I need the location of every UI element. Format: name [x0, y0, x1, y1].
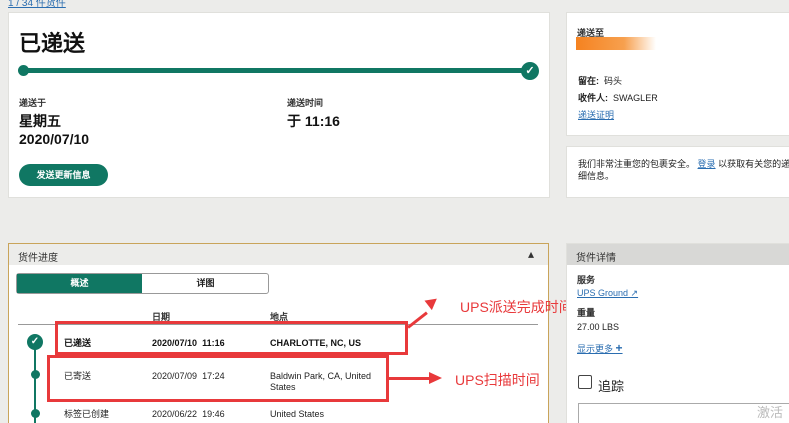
- receiver-value: SWAGLER: [613, 93, 658, 103]
- tab-detail[interactable]: 详图: [143, 274, 268, 293]
- annotation-delivery-time: UPS派送完成时间: [460, 299, 573, 315]
- progress-start-dot: [18, 65, 29, 76]
- delivered-on-label: 递送于: [19, 98, 47, 108]
- timeline-dot: [31, 370, 40, 379]
- row-location: United States: [270, 409, 325, 419]
- check-icon: ✓: [27, 334, 43, 350]
- service-label: 服务: [577, 275, 596, 285]
- service-value: UPS Ground: [577, 288, 629, 298]
- proof-of-delivery-link[interactable]: 递送证明: [578, 108, 614, 121]
- shipment-details-panel: [566, 243, 789, 423]
- row-time-value: 19:46: [202, 409, 225, 419]
- delivery-time: 于 11:16: [287, 113, 340, 129]
- annotation-scan-time: UPS扫描时间: [455, 372, 540, 388]
- chevron-up-icon[interactable]: ▴: [528, 247, 534, 261]
- shipment-count-link[interactable]: 1 / 34 件货件: [8, 0, 66, 9]
- progress-panel-title: 货件进度: [18, 253, 58, 264]
- send-updates-button[interactable]: 发送更新信息: [19, 164, 108, 186]
- plus-icon: +: [615, 341, 623, 355]
- annotation-box-delivered: [55, 321, 408, 355]
- watermark-text: 激活: [757, 405, 784, 420]
- row-date: 2020/06/22 19:46: [152, 409, 225, 420]
- receiver-label: 收件人:: [578, 93, 608, 103]
- tracking-icon: [578, 375, 592, 389]
- row-status: 标签已创建: [64, 409, 110, 419]
- show-more-label: 显示更多: [577, 344, 614, 354]
- progress-track: [22, 68, 528, 73]
- delivery-time-label: 递送时间: [287, 98, 324, 108]
- weight-label: 重量: [577, 308, 596, 318]
- row-date-value: 2020/06/22: [152, 409, 198, 419]
- service-link[interactable]: UPS Ground ↗: [577, 288, 638, 299]
- tracking-title: 追踪: [598, 379, 625, 394]
- left-at-row: 留在: 码头: [578, 74, 622, 87]
- delivered-day: 星期五: [19, 113, 61, 129]
- receiver-row: 收件人: SWAGLER: [578, 91, 658, 104]
- privacy-text-2: 以获取有关您的递送: [718, 159, 789, 169]
- details-panel-title: 货件详情: [576, 253, 616, 264]
- left-at-label: 留在:: [578, 76, 599, 86]
- external-link-icon: ↗: [630, 288, 639, 298]
- check-icon: ✓: [521, 62, 539, 80]
- show-more-link[interactable]: 显示更多 +: [577, 341, 623, 355]
- privacy-note-line2: 细信息。: [578, 171, 615, 181]
- tab-overview[interactable]: 概述: [17, 274, 142, 293]
- login-link[interactable]: 登录: [698, 159, 716, 169]
- left-at-value: 码头: [604, 76, 623, 86]
- delivered-date: 2020/07/10: [19, 131, 90, 147]
- arrow-head-icon: [429, 372, 442, 384]
- annotation-box-shipped: [47, 355, 389, 402]
- address-redacted-bar: [576, 37, 656, 50]
- timeline-dot: [31, 409, 40, 418]
- status-title: 已递送: [19, 31, 86, 56]
- privacy-text: 我们非常注重您的包裹安全。: [578, 159, 696, 169]
- annotation-arrow: [389, 377, 431, 380]
- weight-value: 27.00 LBS: [577, 322, 620, 332]
- progress-panel-header[interactable]: [9, 244, 548, 265]
